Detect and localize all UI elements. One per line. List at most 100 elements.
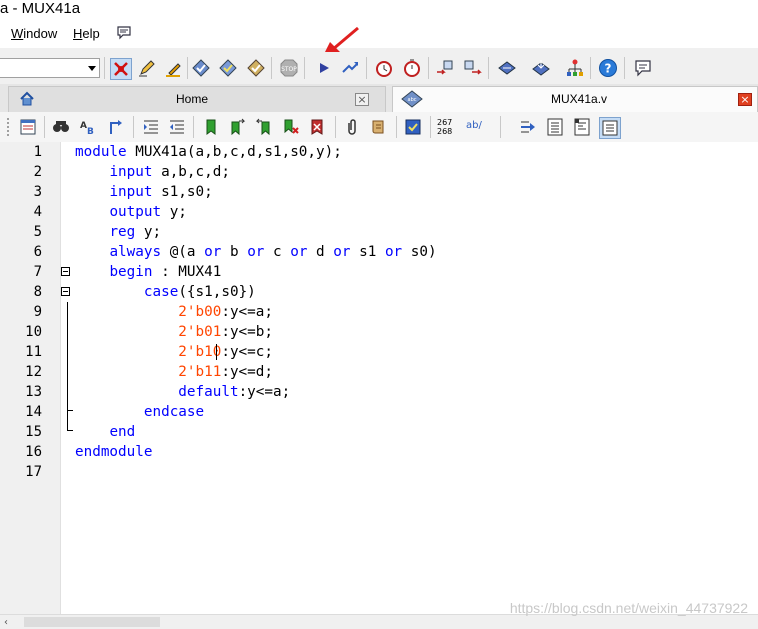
- chip-out-icon[interactable]: [462, 58, 482, 78]
- attach-icon[interactable]: [342, 117, 362, 137]
- outdent-icon[interactable]: [167, 117, 187, 137]
- comment-icon[interactable]: [116, 25, 132, 44]
- menu-bar: Window Help: [0, 22, 758, 48]
- pencil-icon[interactable]: [137, 58, 157, 78]
- code-line[interactable]: begin : MUX41: [75, 262, 221, 282]
- home-icon: [19, 91, 35, 111]
- code-line[interactable]: 2'b00:y<=a;: [75, 302, 273, 322]
- code-line[interactable]: case({s1,s0}): [75, 282, 256, 302]
- fold-guide-end: [67, 430, 73, 431]
- code-line[interactable]: reg y;: [75, 222, 161, 242]
- toolbar-divider: [396, 116, 397, 138]
- synthesis-icon[interactable]: [246, 58, 266, 78]
- word-wrap-icon[interactable]: [599, 117, 621, 139]
- tab-label: MUX41a.v: [551, 92, 608, 106]
- toolbar-divider: [133, 116, 134, 138]
- highlight-pen-icon[interactable]: [164, 58, 184, 78]
- comment-icon[interactable]: [633, 58, 653, 78]
- toolbar-divider: [187, 57, 188, 79]
- keyword-token: case: [143, 284, 179, 300]
- line-number: 12: [25, 364, 42, 380]
- code-line[interactable]: input a,b,c,d;: [75, 162, 230, 182]
- line-number: 15: [25, 424, 42, 440]
- analysis-icon[interactable]: [218, 58, 238, 78]
- project-select[interactable]: [0, 58, 100, 78]
- goto-line-icon[interactable]: [106, 117, 126, 137]
- menu-window[interactable]: Window: [11, 26, 57, 41]
- bookmark-next-icon[interactable]: [227, 117, 247, 137]
- close-icon[interactable]: ×: [738, 93, 752, 106]
- code-line[interactable]: always @(a or b or c or d or s1 or s0): [75, 242, 436, 262]
- code-line[interactable]: input s1,s0;: [75, 182, 212, 202]
- window-list-icon[interactable]: [18, 117, 38, 137]
- scrollbar-thumb[interactable]: [24, 617, 160, 627]
- fold-toggle[interactable]: [61, 287, 70, 296]
- page-format-icon[interactable]: [572, 117, 592, 137]
- code-line[interactable]: endcase: [75, 402, 204, 422]
- number-token: 2'b11: [178, 364, 222, 380]
- line-number: 5: [33, 224, 42, 240]
- toolbar-divider: [104, 57, 105, 79]
- bookmark-icon[interactable]: [201, 117, 221, 137]
- bookmark-delete-icon[interactable]: [281, 117, 301, 137]
- bookmark-clear-icon[interactable]: [308, 117, 328, 137]
- indent-icon[interactable]: [141, 117, 161, 137]
- line-numbers-toggle[interactable]: 267 268: [437, 118, 452, 136]
- play-icon[interactable]: [314, 58, 334, 78]
- menu-help[interactable]: Help: [73, 26, 100, 41]
- download-icon[interactable]: [531, 58, 551, 78]
- keyword-token: or: [204, 244, 222, 260]
- code-line[interactable]: module MUX41a(a,b,c,d,s1,s0,y);: [75, 142, 342, 162]
- text-token: :y<=a;: [221, 304, 273, 320]
- stopwatch-icon[interactable]: [402, 58, 422, 78]
- insert-template-icon[interactable]: [403, 117, 423, 137]
- title-bar: a - MUX41a: [0, 0, 758, 22]
- toolbar-divider: [193, 116, 194, 138]
- keyword-token: begin: [109, 264, 153, 280]
- bookmark-prev-icon[interactable]: [254, 117, 274, 137]
- stop-red-x-icon[interactable]: [110, 58, 132, 80]
- arrow-right-icon[interactable]: [518, 117, 538, 137]
- code-editor[interactable]: 1 2 3 4 5 6 7 8 9 10 11 12 13 14 15 16 17 module MUX41a(…: [0, 142, 758, 614]
- play-step-icon[interactable]: [340, 58, 360, 78]
- toolbar-divider: [335, 116, 336, 138]
- compile-icon[interactable]: [191, 58, 211, 78]
- watermark: https://blog.csdn.net/weixin_44737922: [509, 600, 748, 616]
- code-line[interactable]: end: [75, 422, 135, 442]
- page-view-icon[interactable]: [545, 117, 565, 137]
- scroll-icon[interactable]: [369, 117, 389, 137]
- comment-toggle[interactable]: ab/: [466, 120, 482, 131]
- svg-text:B: B: [87, 127, 94, 137]
- toolbar-divider: [366, 57, 367, 79]
- fold-toggle[interactable]: [61, 267, 70, 276]
- tab-mux41a[interactable]: abc MUX41a.v ×: [392, 86, 758, 112]
- code-line[interactable]: 2'b01:y<=b;: [75, 322, 273, 342]
- netlist-icon[interactable]: [565, 58, 585, 78]
- text-token: c: [264, 244, 291, 260]
- replace-icon[interactable]: AB: [78, 117, 98, 137]
- code-line[interactable]: 2'b11:y<=d;: [75, 362, 273, 382]
- code-line[interactable]: output y;: [75, 202, 186, 222]
- chip-in-icon[interactable]: [435, 58, 455, 78]
- horizontal-scrollbar[interactable]: ‹: [0, 614, 758, 629]
- chevron-left-icon[interactable]: ‹: [4, 617, 8, 628]
- tab-home[interactable]: Home ×: [8, 86, 386, 112]
- line-number: 4: [33, 204, 42, 220]
- toolbar-grip: [7, 118, 11, 136]
- help-icon[interactable]: ?: [598, 58, 618, 78]
- code-line[interactable]: endmodule: [75, 442, 152, 462]
- find-icon[interactable]: [51, 117, 71, 137]
- close-icon[interactable]: ×: [355, 93, 369, 106]
- clock-icon[interactable]: [374, 58, 394, 78]
- tab-label: Home: [176, 92, 209, 106]
- code-line[interactable]: 2'b10:y<=c;: [75, 342, 273, 362]
- stop-icon[interactable]: STOP: [279, 58, 299, 78]
- code-line[interactable]: default:y<=a;: [75, 382, 290, 402]
- program-icon[interactable]: [497, 58, 517, 78]
